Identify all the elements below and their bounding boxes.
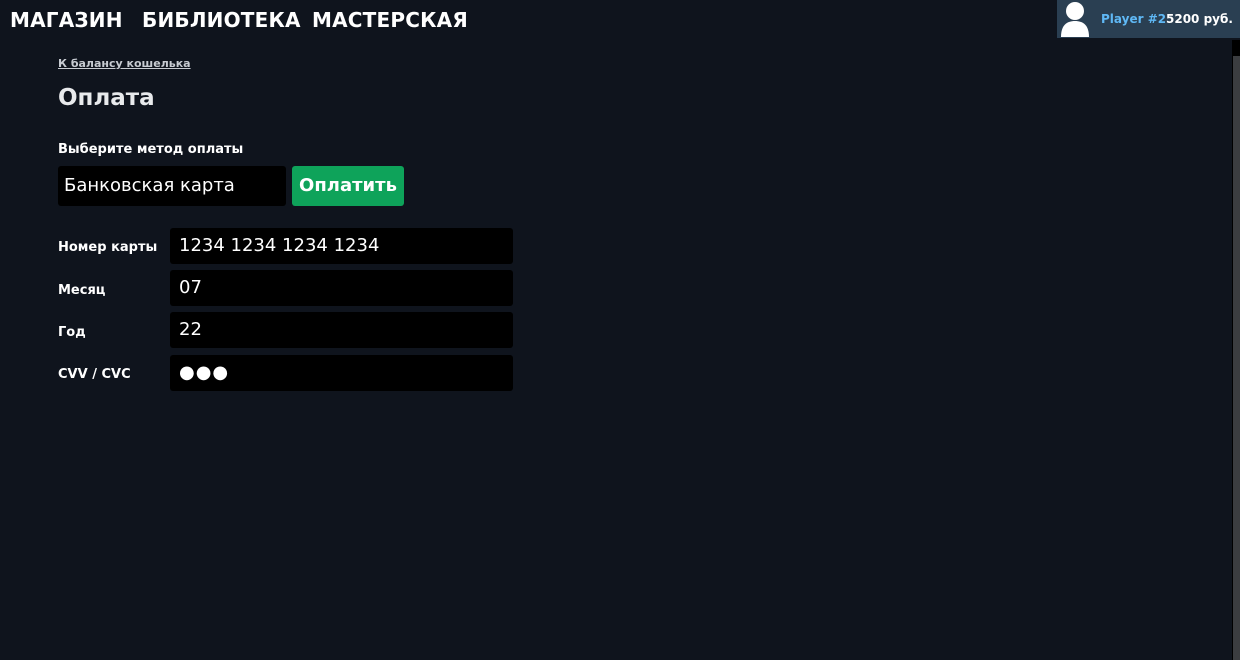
payment-method-label: Выберите метод оплаты	[58, 142, 244, 157]
month-input[interactable]: 07	[170, 270, 513, 306]
wallet-balance[interactable]: 5200 руб.	[1166, 12, 1233, 26]
page-title: Оплата	[58, 85, 155, 111]
nav-workshop[interactable]: МАСТЕРСКАЯ	[312, 8, 468, 32]
month-label: Месяц	[58, 283, 106, 298]
nav-library[interactable]: БИБЛИОТЕКА	[142, 8, 301, 32]
year-label: Год	[58, 325, 86, 340]
nav-store[interactable]: МАГАЗИН	[10, 8, 123, 32]
cvv-input[interactable]: ●●●	[170, 355, 513, 391]
user-name[interactable]: Player #2	[1101, 12, 1166, 26]
card-number-label: Номер карты	[58, 240, 158, 255]
year-input[interactable]: 22	[170, 312, 513, 348]
top-navigation-bar: МАГАЗИН БИБЛИОТЕКА МАСТЕРСКАЯ	[0, 0, 1240, 40]
scrollbar-thumb[interactable]	[1233, 56, 1240, 660]
back-to-wallet-link[interactable]: К балансу кошелька	[58, 57, 191, 70]
user-silhouette-icon	[1061, 2, 1089, 37]
pay-button[interactable]: Оплатить	[292, 166, 404, 206]
payment-method-select[interactable]: Банковская карта	[58, 166, 286, 206]
cvv-label: CVV / CVC	[58, 367, 131, 382]
card-number-input[interactable]: 1234 1234 1234 1234	[170, 228, 513, 264]
